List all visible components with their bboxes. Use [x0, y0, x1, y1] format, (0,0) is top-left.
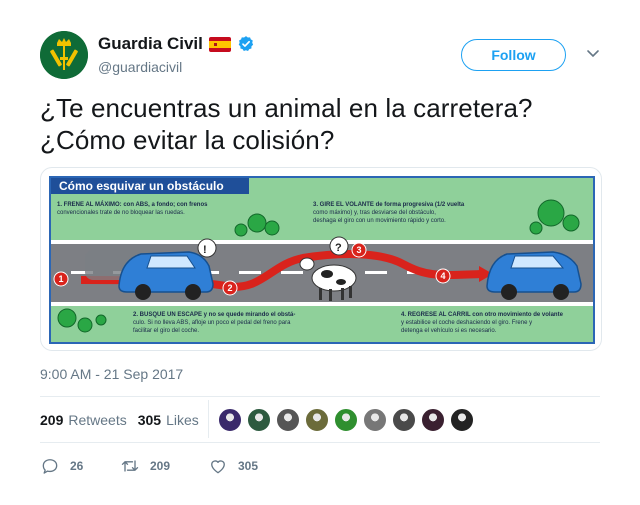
retweets-stat[interactable]: 209 Retweets — [40, 412, 127, 428]
heart-icon — [211, 460, 225, 474]
name-row: Guardia Civil — [98, 34, 255, 54]
step3-text-a: 3. GIRE EL VOLANTE de forma progresiva (… — [313, 202, 465, 208]
svg-text:?: ? — [335, 242, 342, 254]
likers-avatars — [218, 408, 474, 432]
badge-4: 4 — [440, 271, 445, 281]
retweets-count: 209 — [40, 412, 64, 428]
infographic-title: Cómo esquivar un obstáculo — [59, 179, 224, 193]
verified-badge-icon — [238, 36, 253, 51]
tweet-header: Guardia Civil @guardiacivil Follow — [40, 31, 600, 81]
liker-avatar[interactable] — [247, 408, 271, 432]
step1-text-a: 1. FRENE AL MÁXIMO: con ABS, a fondo; co… — [57, 201, 208, 208]
like-button[interactable]: 305 — [208, 456, 258, 476]
likes-stat[interactable]: 305 Likes — [138, 412, 199, 428]
svg-text:!: ! — [203, 244, 207, 256]
retweets-label: Retweets — [68, 412, 127, 428]
tweet-timestamp[interactable]: 9:00 AM - 21 Sep 2017 — [40, 366, 183, 382]
liker-avatar[interactable] — [334, 408, 358, 432]
tweet-text: ¿Te encuentras un animal en la carretera… — [40, 92, 600, 156]
likes-count: 305 — [137, 412, 162, 428]
avatar[interactable] — [40, 31, 88, 79]
step3-text-b: como máximo) y, tras desviarse del obstá… — [313, 210, 436, 216]
infographic: Cómo esquivar un obstáculo ! ? 1 2 3 4 1… — [49, 176, 595, 344]
liker-avatar[interactable] — [218, 408, 242, 432]
divider — [40, 396, 600, 397]
likes-label: Likes — [166, 412, 199, 428]
stats-separator — [208, 400, 209, 438]
retweet-icon — [121, 460, 139, 472]
liker-avatar[interactable] — [305, 408, 329, 432]
retweet-button[interactable]: 209 — [120, 456, 208, 476]
liker-avatar[interactable] — [421, 408, 445, 432]
tweet-actions: 26 209 305 — [40, 455, 258, 477]
retweet-count: 209 — [150, 459, 171, 473]
step1-text-b: convencionales trate de no bloquear las … — [57, 210, 185, 216]
reply-button[interactable]: 26 — [40, 456, 120, 476]
tweet-text-line2: ¿Cómo evitar la colisión? — [40, 125, 335, 155]
liker-avatar[interactable] — [392, 408, 416, 432]
spain-flag-icon — [208, 36, 231, 52]
chevron-down-icon[interactable] — [585, 45, 601, 61]
step2-text-c: facilitar el giro del coche. — [133, 328, 199, 334]
step4-text-c: detenga el vehículo si es necesario. — [401, 328, 497, 334]
liker-avatar[interactable] — [363, 408, 387, 432]
badge-1: 1 — [58, 274, 63, 284]
guardia-civil-emblem-icon — [40, 31, 88, 79]
tweet-text-line1: ¿Te encuentras un animal en la carretera… — [40, 93, 533, 123]
badge-2: 2 — [227, 283, 232, 293]
reply-icon — [42, 459, 58, 474]
step4-text-b: y estabilice el coche deshaciendo el gir… — [401, 320, 532, 326]
step3-text-c: deshaga el giro con un movimiento rápido… — [313, 218, 446, 224]
tweet-stats: 209 Retweets 305 Likes — [40, 412, 199, 428]
liker-avatar[interactable] — [450, 408, 474, 432]
step2-text-a: 2. BUSQUE UN ESCAPE y no se quede mirand… — [133, 312, 295, 318]
step4-text-a: 4. REGRESE AL CARRIL con otro movimiento… — [401, 312, 564, 318]
badge-3: 3 — [356, 245, 361, 255]
tweet-media-image[interactable]: Cómo esquivar un obstáculo ! ? 1 2 3 4 1… — [40, 167, 602, 351]
like-count: 305 — [238, 459, 259, 473]
follow-button[interactable]: Follow — [461, 39, 566, 71]
reply-count: 26 — [70, 459, 84, 473]
account-handle[interactable]: @guardiacivil — [98, 59, 182, 75]
divider — [40, 442, 600, 443]
display-name[interactable]: Guardia Civil — [98, 34, 203, 54]
liker-avatar[interactable] — [276, 408, 300, 432]
step2-text-b: culo. Si no lleva ABS, afloje un poco el… — [133, 320, 291, 326]
